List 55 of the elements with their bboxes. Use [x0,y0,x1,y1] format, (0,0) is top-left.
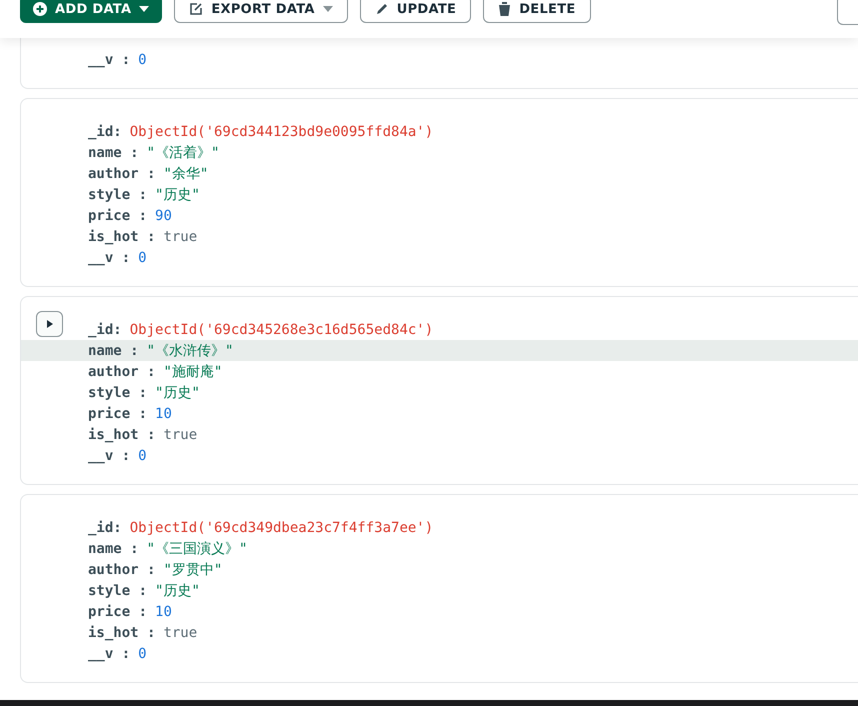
field-value: "余华" [163,164,208,182]
field-key: name : [88,540,139,556]
field-key: price : [88,406,148,422]
toolbar-button[interactable]: UPDATE [360,0,472,23]
field-key: name : [88,144,139,160]
field-value: "《三国演义》" [146,540,248,558]
field-value: ObjectId('69cd349dbea23c7f4ff3a7ee') [130,520,434,536]
toolbar-button[interactable] [837,0,858,25]
field-key: style : [88,384,148,400]
field-value: "历史" [155,582,200,600]
field-value: "历史" [155,186,200,204]
field-key: style : [88,186,148,202]
field-value: true [163,624,198,640]
field-key: author : [88,562,156,578]
trash-icon [498,2,512,16]
toolbar-button[interactable]: DELETE [483,0,591,23]
play-icon [46,320,52,328]
field-value: "《活着》" [146,144,220,162]
field-value: 90 [155,208,172,224]
toolbar-button[interactable]: EXPORT DATA [174,0,348,23]
field-key: _id: [88,322,122,338]
export-icon [189,2,204,16]
field-value: "罗贯中" [163,560,222,578]
field-key: style : [88,582,148,598]
plus-circle-icon [33,2,47,16]
pencil-icon [374,2,389,16]
field-key: is_hot : [88,228,156,244]
field-value: 10 [155,406,172,422]
field-key: author : [88,364,156,380]
field-value: 0 [138,52,147,68]
field-value: 10 [155,604,172,620]
field-value: ObjectId('69cd345268e3c16d565ed84c') [130,322,434,338]
field-value: true [163,426,198,442]
field-key: is_hot : [88,426,156,442]
field-key: __v : [88,646,130,662]
field-key: name : [88,342,139,358]
field-key: price : [88,208,148,224]
field-value: 0 [138,646,147,662]
field-key: _id: [88,520,122,536]
field-value: "历史" [155,384,200,402]
field-key: __v : [88,52,130,68]
field-key: __v : [88,448,130,464]
field-value: true [163,228,198,244]
field-value: "施耐庵" [163,362,222,380]
field-key: author : [88,166,156,182]
field-key: price : [88,604,148,620]
toolbar-button[interactable]: ADD DATA [20,0,162,23]
field-value: "《水浒传》" [146,342,234,360]
field-value: ObjectId('69cd344123bd9e0095ffd84a') [130,124,434,140]
field-value: 0 [138,448,147,464]
field-value: 0 [138,250,147,266]
field-key: is_hot : [88,624,156,640]
field-key: __v : [88,250,130,266]
field-key: _id: [88,124,122,140]
expand-button[interactable] [36,311,63,337]
